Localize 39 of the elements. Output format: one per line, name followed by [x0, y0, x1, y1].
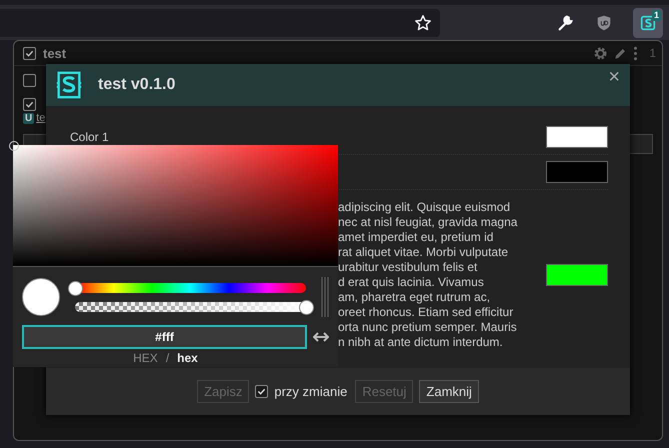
close-button[interactable]: Zamknij: [419, 380, 479, 403]
format-option[interactable]: HEX: [133, 351, 158, 365]
script-name: test: [43, 46, 66, 60]
wrench-icon[interactable]: [557, 14, 575, 32]
checkbox[interactable]: [23, 46, 36, 60]
more-icon[interactable]: [633, 46, 638, 60]
checkbox[interactable]: [23, 74, 36, 86]
hex-input[interactable]: #fff: [22, 325, 307, 349]
checkmark-icon: [257, 387, 266, 396]
checkbox-label: przy zmianie: [274, 384, 348, 399]
extension-logo-icon: [639, 14, 657, 32]
description-text: adipiscing elit. Quisque euismod nec at nisl feugiat, gravida magna amet imperdiet eu, pretium id rat aliquet vitae. Morbi vulputate urabitur vestibulum felis et d erat quis lacinia. Vivamus am, pharetra eget rutrum ac, oreet rhoncus. Etiam sed efficitur orta nunc pretium semper. Mauris n nibh at ante dictum interdum.: [338, 200, 518, 350]
checkbox[interactable]: [255, 385, 268, 398]
logo-icon: [54, 70, 84, 100]
grip-icon[interactable]: [321, 277, 329, 317]
checkmark-icon: [25, 48, 34, 58]
format-option[interactable]: hex: [177, 351, 198, 365]
color-swatch[interactable]: [546, 126, 608, 148]
separator-text: /: [166, 351, 170, 365]
count-label: 1: [649, 46, 656, 60]
color-swatch[interactable]: [546, 264, 608, 286]
gear-icon[interactable]: [593, 46, 608, 60]
extension-button[interactable]: 1: [633, 8, 663, 38]
swap-icon[interactable]: [313, 331, 329, 343]
close-button[interactable]: ×: [606, 66, 622, 88]
setting-label: Color 1: [70, 130, 109, 144]
shield-icon[interactable]: [595, 14, 613, 32]
notification-badge: 1: [652, 10, 661, 20]
slider-thumb[interactable]: [299, 300, 314, 314]
slider-thumb[interactable]: [68, 280, 83, 296]
star-icon[interactable]: [414, 14, 432, 32]
dialog-title: test v0.1.0: [98, 76, 176, 94]
checkmark-icon: [25, 100, 34, 108]
picker-handle[interactable]: [9, 141, 19, 151]
script-link[interactable]: te: [36, 112, 46, 124]
checkbox[interactable]: [23, 98, 36, 110]
tag-badge: U: [23, 112, 34, 124]
color-swatch[interactable]: [546, 161, 608, 183]
color-preview: [22, 278, 60, 316]
